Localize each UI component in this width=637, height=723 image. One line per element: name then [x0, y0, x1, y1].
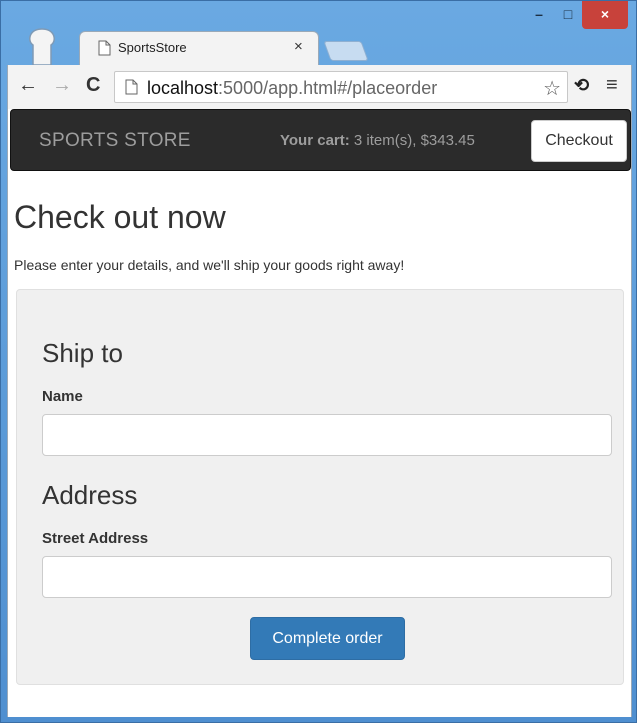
street-address-label: Street Address [42, 530, 149, 547]
cart-details: 3 item(s), $343.45 [349, 132, 475, 149]
page-info-icon[interactable] [125, 79, 138, 95]
order-form: Ship to Name Address Street Address Comp… [16, 289, 624, 685]
url-host: localhost [147, 78, 219, 98]
page-viewport: SPORTS STORE Your cart: 3 item(s), $343.… [7, 109, 632, 717]
forward-icon[interactable]: → [52, 74, 72, 97]
ship-to-heading: Ship to [42, 338, 123, 368]
cart-summary: Your cart: 3 item(s), $343.45 [280, 132, 475, 149]
page-instructions: Please enter your details, and we'll shi… [14, 257, 405, 273]
close-icon: × [600, 6, 610, 22]
page-icon [98, 40, 111, 56]
address-bar[interactable]: localhost:5000/app.html#/placeorder ☆ [114, 71, 568, 103]
minimize-icon: – [535, 6, 543, 22]
tab-close-icon[interactable]: × [294, 38, 303, 55]
url-text: localhost:5000/app.html#/placeorder [147, 78, 437, 99]
maximize-icon: □ [563, 6, 573, 22]
address-heading: Address [42, 480, 138, 510]
back-icon[interactable]: ← [18, 74, 38, 97]
profile-icon[interactable] [25, 27, 59, 65]
checkout-button[interactable]: Checkout [531, 120, 627, 162]
reload-icon[interactable]: C [86, 74, 100, 97]
complete-order-button[interactable]: Complete order [250, 617, 405, 660]
cart-label: Your cart: [280, 132, 350, 149]
title-bar: SportsStore × – □ × [1, 1, 637, 65]
street-address-input[interactable] [42, 556, 612, 598]
extension-icon[interactable]: ⟲ [574, 75, 589, 96]
close-window-button[interactable]: × [582, 1, 628, 29]
tab-sportsstore[interactable]: SportsStore × [79, 31, 319, 65]
url-path: :5000/app.html#/placeorder [218, 78, 438, 98]
tab-title: SportsStore [118, 40, 187, 55]
minimize-button[interactable]: – [525, 1, 553, 29]
name-input[interactable] [42, 414, 612, 456]
new-tab-button[interactable] [323, 41, 369, 61]
brand-link[interactable]: SPORTS STORE [39, 130, 191, 152]
browser-toolbar: ← → C localhost:5000/app.html#/placeorde… [7, 65, 632, 109]
name-label: Name [42, 388, 83, 405]
store-navbar: SPORTS STORE Your cart: 3 item(s), $343.… [10, 109, 631, 171]
browser-window: SportsStore × – □ × ← → C localhost:5000… [0, 0, 637, 723]
maximize-button[interactable]: □ [554, 1, 582, 29]
page-title: Check out now [14, 199, 226, 235]
menu-icon[interactable]: ≡ [606, 74, 618, 97]
bookmark-star-icon[interactable]: ☆ [543, 76, 561, 101]
